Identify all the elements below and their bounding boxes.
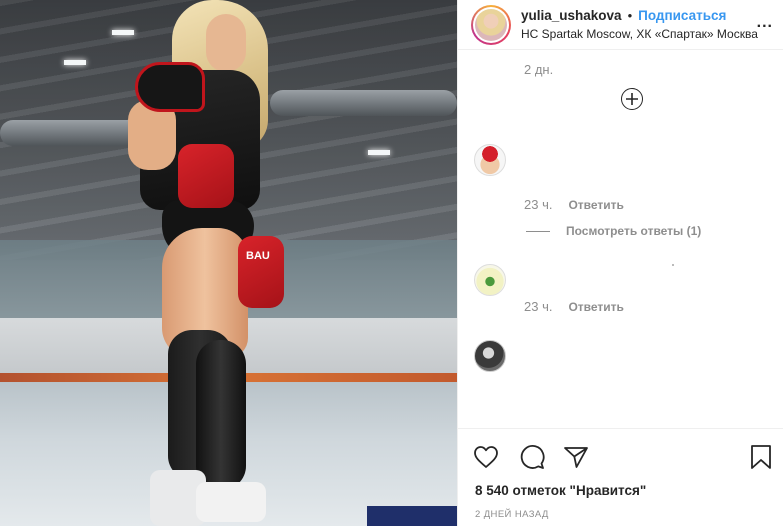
post-photo[interactable]: BAU bbox=[0, 0, 457, 526]
ceiling-light bbox=[368, 150, 390, 155]
share-icon[interactable] bbox=[562, 443, 590, 471]
likes-count[interactable]: 8 540 отметок "Нравится" bbox=[475, 483, 646, 498]
reply-button[interactable]: Ответить bbox=[568, 198, 623, 212]
comment-meta: 23 ч. Ответить bbox=[524, 197, 624, 212]
comment-time: 23 ч. bbox=[524, 299, 553, 314]
post-header: yulia_ushakova • Подписаться HC Spartak … bbox=[458, 0, 783, 50]
post-timestamp[interactable]: 2 ДНЕЙ НАЗАД bbox=[475, 509, 549, 520]
save-icon[interactable] bbox=[747, 443, 775, 471]
shoulder-pad bbox=[135, 62, 205, 112]
comment-time: 2 дн. bbox=[524, 62, 554, 77]
hockey-glove bbox=[238, 236, 284, 308]
divider bbox=[672, 264, 674, 266]
avatar[interactable] bbox=[471, 4, 511, 45]
comment-meta: 23 ч. Ответить bbox=[524, 299, 624, 314]
location-link[interactable]: HC Spartak Moscow, ХК «Спартак» Москва bbox=[521, 27, 758, 41]
ceiling-light bbox=[64, 60, 86, 65]
shin-guard bbox=[196, 340, 246, 490]
view-replies-button[interactable]: Посмотреть ответы (1) bbox=[526, 224, 701, 238]
ceiling-light bbox=[112, 30, 134, 35]
follow-button[interactable]: Подписаться bbox=[638, 8, 726, 23]
hockey-glove bbox=[178, 144, 234, 208]
more-options-icon[interactable]: ... bbox=[757, 14, 773, 32]
comments-section: 2 дн. 23 ч. Ответить Посмотреть ответы (… bbox=[458, 50, 783, 428]
avatar-image bbox=[475, 8, 507, 41]
instagram-post: BAU yulia_ushakova • Подписаться HC Spar… bbox=[0, 0, 783, 526]
comment-time: 23 ч. bbox=[524, 197, 553, 212]
divider bbox=[526, 230, 550, 232]
view-replies-label: Посмотреть ответы (1) bbox=[566, 224, 702, 238]
username-link[interactable]: yulia_ushakova bbox=[521, 8, 622, 23]
commenter-avatar[interactable] bbox=[474, 340, 506, 372]
plus-circle-icon[interactable] bbox=[621, 88, 643, 110]
rink-blue-line bbox=[367, 506, 457, 526]
comment-icon[interactable] bbox=[518, 443, 546, 471]
post-actions: 8 540 отметок "Нравится" 2 ДНЕЙ НАЗАД bbox=[458, 428, 783, 526]
reply-button[interactable]: Ответить bbox=[568, 300, 623, 314]
skate bbox=[196, 482, 266, 522]
commenter-avatar[interactable] bbox=[474, 144, 506, 176]
heart-icon[interactable] bbox=[472, 443, 500, 471]
separator-dot: • bbox=[627, 8, 633, 23]
figure-face bbox=[206, 14, 246, 72]
ceiling-duct bbox=[270, 90, 457, 116]
commenter-avatar[interactable] bbox=[474, 264, 506, 296]
glove-brand: BAU bbox=[246, 250, 270, 262]
post-sidebar: yulia_ushakova • Подписаться HC Spartak … bbox=[457, 0, 783, 526]
